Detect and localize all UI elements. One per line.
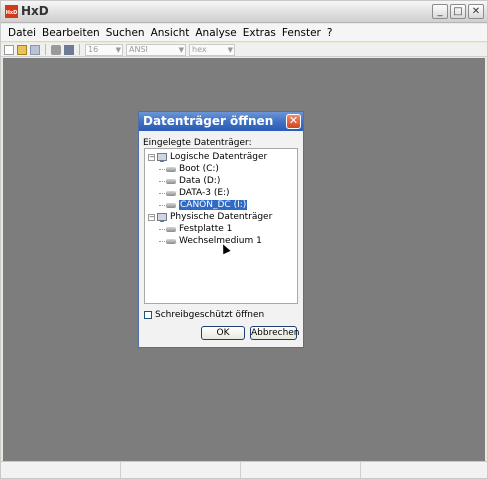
logical-disks-label: Logische Datenträger [170, 152, 268, 162]
computer-icon [157, 152, 167, 162]
menu-extras[interactable]: Extras [240, 27, 279, 39]
open-folder-icon[interactable] [17, 44, 27, 55]
collapse-icon[interactable]: − [148, 213, 155, 221]
title-bar: HxD HxD _ □ ✕ [1, 1, 487, 23]
tree-line [159, 204, 165, 206]
dialog-close-button[interactable]: ✕ [286, 114, 301, 129]
tree-line [159, 192, 165, 194]
charset-value: ANSI [129, 44, 148, 54]
open-disk-icon[interactable] [51, 44, 61, 55]
new-file-icon[interactable] [4, 44, 14, 55]
hxd-app-icon: HxD [5, 5, 18, 18]
drive-label: DATA-3 (E:) [179, 188, 230, 198]
tree-line [159, 240, 165, 242]
drive-icon [166, 190, 176, 196]
menu-bearbeiten[interactable]: Bearbeiten [39, 27, 103, 39]
menu-bar: Datei Bearbeiten Suchen Ansicht Analyse … [1, 24, 487, 42]
window-controls: _ □ ✕ [432, 4, 484, 19]
toolbar: 16 ▼ ANSI ▼ hex ▼ [1, 43, 487, 57]
charset-select[interactable]: ANSI ▼ [126, 43, 186, 56]
minimize-button[interactable]: _ [432, 4, 448, 19]
cancel-button[interactable]: Abbrechen [250, 326, 300, 340]
drive-icon [166, 226, 176, 232]
menu-ansicht[interactable]: Ansicht [148, 27, 193, 39]
status-cell [1, 462, 121, 478]
drive-icon [166, 202, 176, 208]
toolbar-separator [45, 44, 46, 55]
tree-item-canon[interactable]: CANON_DC (I:) [159, 199, 248, 211]
drive-icon [166, 178, 176, 184]
tree-line [159, 168, 165, 170]
window-title: HxD [21, 4, 49, 18]
save-icon[interactable] [30, 44, 40, 55]
drive-icon [166, 166, 176, 172]
drive-icon [166, 238, 176, 244]
open-ram-icon[interactable] [64, 44, 74, 55]
toolbar-separator [79, 44, 80, 55]
read-only-checkbox-row[interactable]: Schreibgeschützt öffnen [144, 310, 264, 320]
ok-button[interactable]: OK [201, 326, 245, 340]
tree-line [159, 180, 165, 182]
hxd-main-window: HxD HxD _ □ ✕ Datei Bearbeiten Suchen An… [0, 0, 488, 479]
tree-node-logical[interactable]: − Logische Datenträger [148, 151, 267, 163]
collapse-icon[interactable]: − [148, 153, 155, 161]
computer-icon [157, 212, 167, 222]
drive-label: Festplatte 1 [179, 224, 233, 234]
chevron-down-icon: ▼ [115, 45, 121, 54]
drive-label: Boot (C:) [179, 164, 219, 174]
close-button[interactable]: ✕ [468, 4, 484, 19]
tree-item-boot[interactable]: Boot (C:) [159, 163, 219, 175]
tree-item-data-3[interactable]: DATA-3 (E:) [159, 187, 230, 199]
maximize-button[interactable]: □ [450, 4, 466, 19]
disk-tree[interactable]: − Logische Datenträger Boot (C:) Data (D… [144, 148, 298, 304]
menu-analyse[interactable]: Analyse [192, 27, 239, 39]
bytes-per-row-value: 16 [88, 44, 99, 54]
tree-item-removable-1[interactable]: Wechselmedium 1 [159, 235, 262, 247]
bytes-per-row-select[interactable]: 16 ▼ [85, 43, 123, 56]
tree-node-physical[interactable]: − Physische Datenträger [148, 211, 272, 223]
drive-label: Data (D:) [179, 176, 221, 186]
offset-base-select[interactable]: hex ▼ [189, 43, 235, 56]
status-cell [121, 462, 241, 478]
menu-suchen[interactable]: Suchen [103, 27, 148, 39]
status-cell [241, 462, 361, 478]
tree-line [159, 228, 165, 230]
read-only-label: Schreibgeschützt öffnen [155, 310, 265, 320]
tree-item-data[interactable]: Data (D:) [159, 175, 220, 187]
status-cell [361, 462, 487, 478]
dialog-body: Eingelegte Datenträger: − Logische Daten… [139, 131, 303, 347]
menu-datei[interactable]: Datei [5, 27, 39, 39]
inserted-disks-label: Eingelegte Datenträger: [143, 138, 252, 148]
menu-fenster[interactable]: Fenster [279, 27, 324, 39]
drive-label-selected: CANON_DC (I:) [179, 200, 248, 210]
status-bar [1, 461, 487, 478]
chevron-down-icon: ▼ [227, 45, 233, 54]
physical-disks-label: Physische Datenträger [170, 212, 273, 222]
open-disk-dialog: Datenträger öffnen ✕ Eingelegte Datenträ… [138, 111, 304, 348]
read-only-checkbox[interactable] [144, 311, 152, 319]
dialog-title: Datenträger öffnen [139, 112, 303, 131]
chevron-down-icon: ▼ [178, 45, 184, 54]
tree-item-harddisk-1[interactable]: Festplatte 1 [159, 223, 232, 235]
offset-base-value: hex [192, 44, 207, 54]
menu-help[interactable]: ? [324, 27, 336, 39]
